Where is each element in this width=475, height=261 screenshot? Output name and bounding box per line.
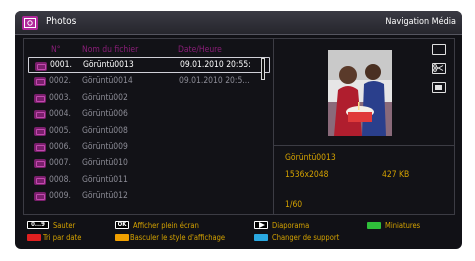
item-date: 09.01.2010 20:55: bbox=[180, 60, 251, 70]
horizontal-divider bbox=[274, 145, 455, 146]
green-key bbox=[367, 222, 381, 229]
column-datetime: Date/Heure bbox=[178, 45, 222, 55]
image-file-icon bbox=[34, 192, 46, 202]
skip-label: Sauter bbox=[53, 221, 76, 230]
page-title: Photos bbox=[46, 16, 77, 27]
item-name: Görüntü006 bbox=[82, 109, 128, 120]
item-number: 0004. bbox=[49, 109, 71, 120]
item-number: 0001. bbox=[50, 60, 72, 70]
scrollbar[interactable] bbox=[261, 58, 265, 80]
list-item[interactable]: 0006. Görüntü009 bbox=[28, 139, 270, 155]
item-name: Görüntü008 bbox=[82, 125, 128, 136]
preview-filename: Görüntü0013 bbox=[285, 153, 336, 163]
image-file-icon bbox=[34, 110, 46, 120]
list-item[interactable]: 0002. Görüntü0014 09.01.2010 20:5... bbox=[28, 73, 270, 89]
fullscreen-label: Afficher plein écran bbox=[133, 221, 199, 230]
list-item[interactable]: 0001. Görüntü0013 09.01.2010 20:55: bbox=[28, 57, 270, 74]
scissors-icon[interactable] bbox=[432, 63, 446, 74]
change-source-label: Changer de support bbox=[272, 233, 340, 242]
play-icon bbox=[254, 221, 268, 229]
item-name: Görüntü012 bbox=[82, 191, 128, 202]
item-number: 0003. bbox=[49, 92, 71, 103]
image-file-icon bbox=[34, 77, 46, 87]
image-file-icon bbox=[34, 126, 46, 136]
thumbnails-label: Miniatures bbox=[385, 221, 421, 230]
item-name: Görüntü0013 bbox=[83, 60, 134, 70]
image-file-icon bbox=[34, 159, 46, 169]
preview-position: 1/60 bbox=[285, 200, 303, 210]
item-number: 0009. bbox=[49, 191, 71, 202]
image-file-icon bbox=[34, 142, 46, 152]
item-date: 09.01.2010 20:5... bbox=[179, 76, 250, 87]
navigation-title: Navigation Média bbox=[385, 17, 456, 27]
frame-icon[interactable] bbox=[432, 44, 446, 55]
item-number: 0006. bbox=[49, 141, 71, 152]
list-item[interactable]: 0009. Görüntü012 bbox=[28, 188, 270, 204]
red-key bbox=[27, 234, 41, 241]
item-number: 0005. bbox=[49, 125, 71, 136]
vertical-divider bbox=[273, 38, 274, 215]
footer-legend: 0...9 Sauter OK Afficher plein écran Dia… bbox=[15, 217, 462, 249]
item-name: Görüntü009 bbox=[82, 141, 128, 152]
list-item[interactable]: 0008. Görüntü011 bbox=[28, 172, 270, 188]
item-number: 0008. bbox=[49, 174, 71, 185]
media-browser-panel: Photos Navigation Média N° Nom du fichie… bbox=[15, 11, 462, 249]
item-name: Görüntü011 bbox=[82, 174, 128, 185]
numbers-key: 0...9 bbox=[27, 221, 49, 229]
item-name: Görüntü002 bbox=[82, 92, 128, 103]
ok-key: OK bbox=[115, 221, 129, 229]
preview-size: 427 KB bbox=[382, 170, 410, 180]
column-number: N° bbox=[51, 45, 61, 55]
item-name: Görüntü0014 bbox=[82, 76, 133, 87]
image-file-icon bbox=[34, 175, 46, 185]
yellow-key bbox=[115, 234, 129, 241]
list-item[interactable]: 0004. Görüntü006 bbox=[28, 106, 270, 122]
slideshow-label: Diaporama bbox=[272, 221, 310, 230]
toggle-view-label: Basculer le style d'affichage bbox=[130, 233, 226, 242]
image-file-icon bbox=[34, 93, 46, 103]
item-number: 0002. bbox=[49, 76, 71, 87]
photo-app-icon bbox=[22, 16, 38, 30]
item-number: 0007. bbox=[49, 158, 71, 169]
photo-preview bbox=[328, 50, 392, 136]
preview-resolution: 1536x2048 bbox=[285, 170, 329, 180]
blue-key bbox=[254, 234, 268, 241]
header-bar: Photos Navigation Média bbox=[15, 11, 462, 35]
sort-date-label: Tri par date bbox=[43, 233, 82, 242]
image-file-icon bbox=[35, 62, 47, 71]
list-item[interactable]: 0005. Görüntü008 bbox=[28, 123, 270, 139]
item-name: Görüntü010 bbox=[82, 158, 128, 169]
stop-icon[interactable] bbox=[432, 82, 446, 93]
list-item[interactable]: 0007. Görüntü010 bbox=[28, 155, 270, 171]
column-filename: Nom du fichier bbox=[82, 45, 139, 55]
tv-screen: Photos Navigation Média N° Nom du fichie… bbox=[0, 0, 475, 261]
file-list: 0001. Görüntü0013 09.01.2010 20:55: 0002… bbox=[28, 57, 270, 205]
list-item[interactable]: 0003. Görüntü002 bbox=[28, 90, 270, 106]
